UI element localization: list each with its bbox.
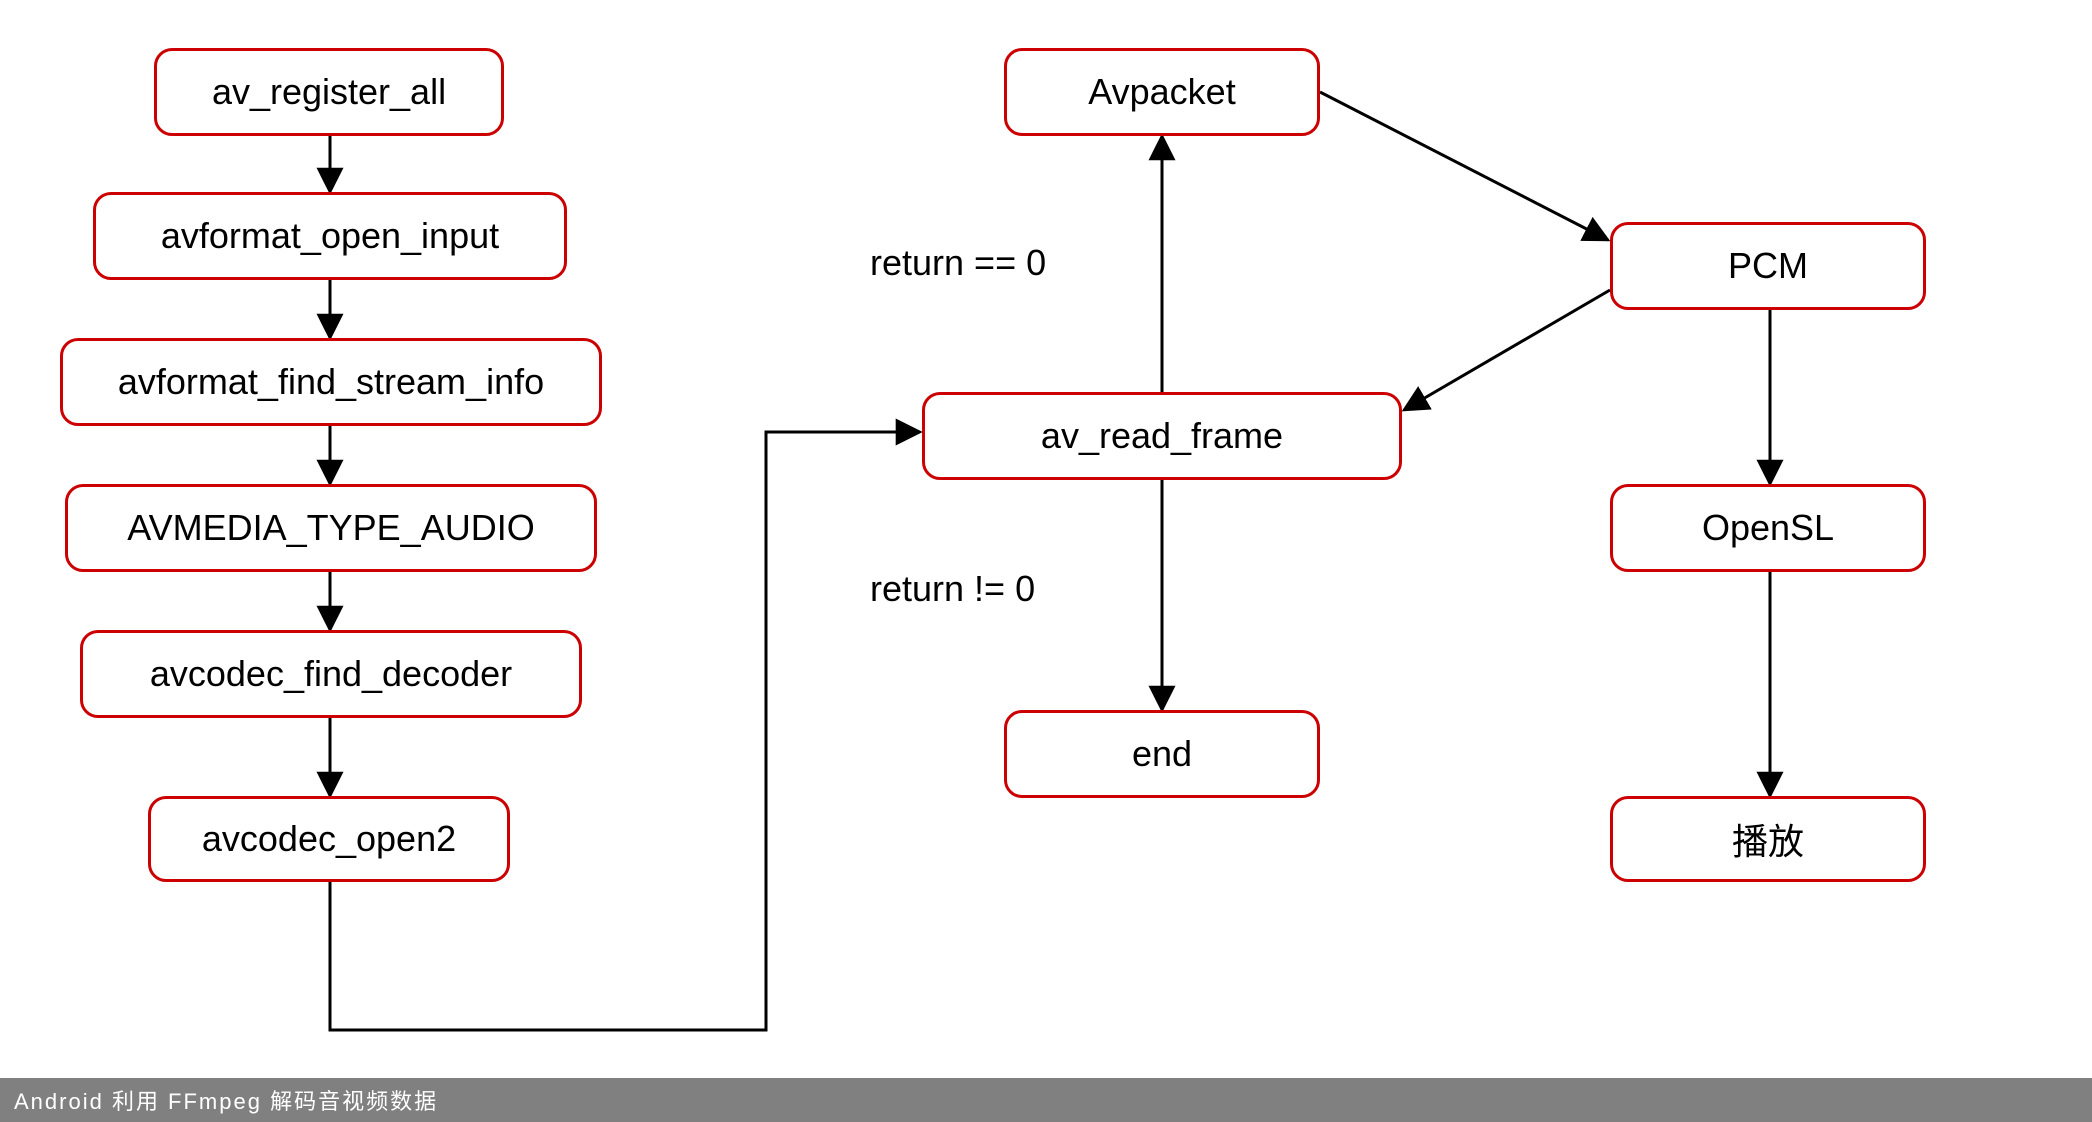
- node-play: 播放: [1610, 796, 1926, 882]
- node-av-register-all: av_register_all: [154, 48, 504, 136]
- caption-text: Android 利用 FFmpeg 解码音视频数据: [14, 1089, 438, 1114]
- node-avformat-find-stream-info: avformat_find_stream_info: [60, 338, 602, 426]
- node-avformat-open-input: avformat_open_input: [93, 192, 567, 280]
- node-end: end: [1004, 710, 1320, 798]
- node-avcodec-open2: avcodec_open2: [148, 796, 510, 882]
- node-avcodec-find-decoder: avcodec_find_decoder: [80, 630, 582, 718]
- edge-label-return-nonzero: return != 0: [870, 568, 1035, 610]
- caption-bar: Android 利用 FFmpeg 解码音视频数据: [0, 1078, 2092, 1122]
- node-av-read-frame: av_read_frame: [922, 392, 1402, 480]
- node-pcm: PCM: [1610, 222, 1926, 310]
- node-avmedia-type-audio: AVMEDIA_TYPE_AUDIO: [65, 484, 597, 572]
- node-avpacket: Avpacket: [1004, 48, 1320, 136]
- edge-label-return-zero: return == 0: [870, 242, 1046, 284]
- node-opensl: OpenSL: [1610, 484, 1926, 572]
